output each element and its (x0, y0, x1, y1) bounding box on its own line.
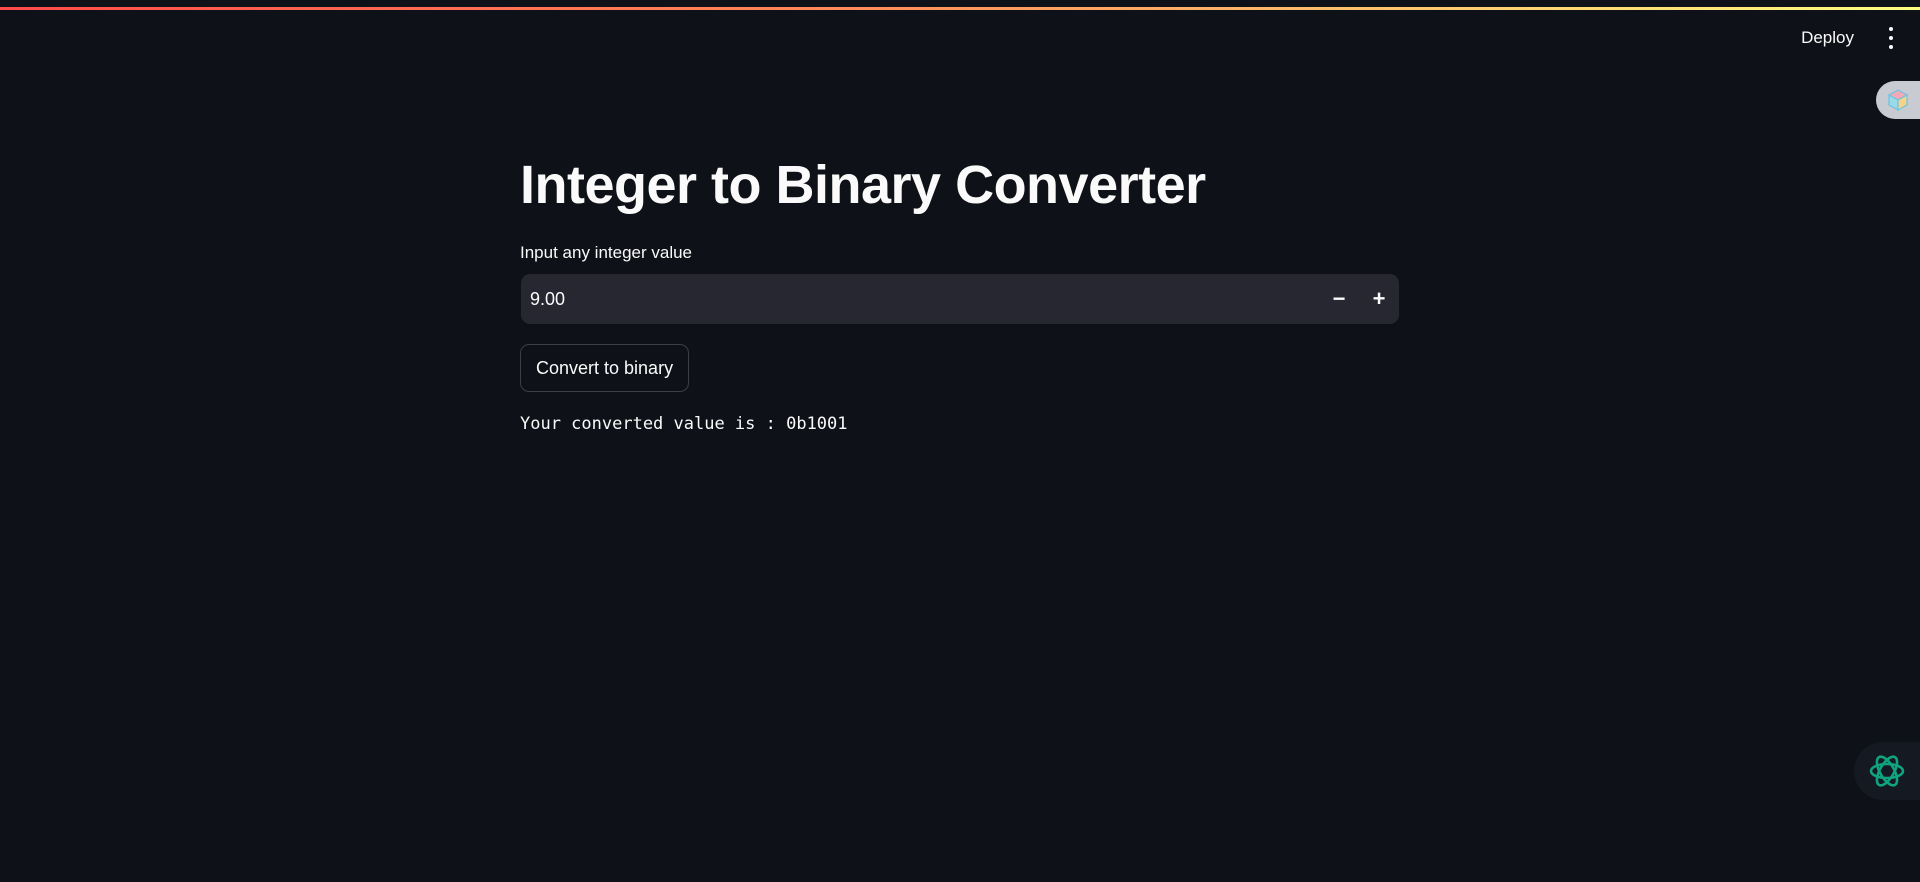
cube-icon (1887, 89, 1909, 112)
integer-input-label: Input any integer value (520, 243, 693, 262)
increment-button[interactable]: + (1359, 274, 1399, 324)
vertical-dots-icon (1889, 27, 1893, 31)
side-badge[interactable] (1876, 81, 1920, 119)
page-title: Integer to Binary Converter (520, 155, 1206, 215)
deploy-button[interactable]: Deploy (1791, 24, 1864, 52)
integer-input-field[interactable] (521, 273, 1319, 325)
conversion-result: Your converted value is : 0b1001 (520, 414, 848, 434)
convert-to-binary-button[interactable]: Convert to binary (520, 344, 690, 392)
decrement-button[interactable]: − (1319, 274, 1359, 324)
app-header: Deploy (0, 0, 1920, 76)
integer-number-input: − + (521, 273, 1399, 325)
main-menu-button[interactable] (1880, 24, 1902, 52)
ai-assistant-icon (1869, 755, 1905, 787)
assistant-button[interactable] (1854, 742, 1920, 800)
